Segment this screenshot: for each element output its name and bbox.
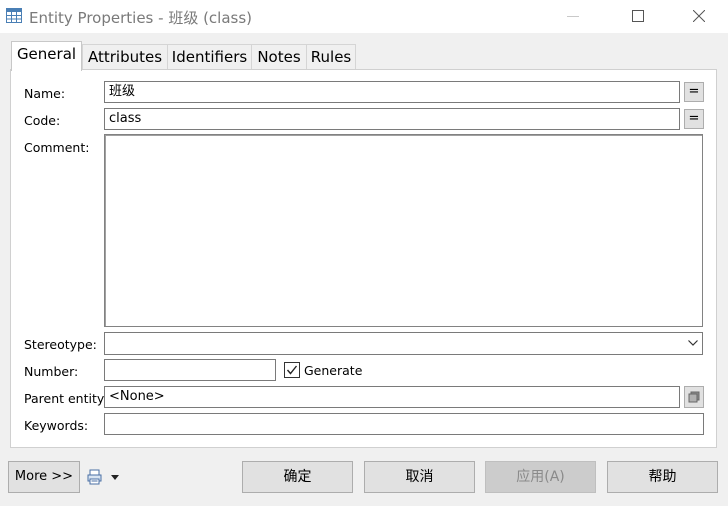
chevron-down-icon bbox=[688, 340, 698, 346]
minimize-button[interactable] bbox=[550, 0, 596, 33]
ok-button[interactable]: 确定 bbox=[242, 461, 353, 493]
help-button[interactable]: 帮助 bbox=[607, 461, 718, 493]
tab-rules[interactable]: Rules bbox=[306, 44, 356, 70]
parent-entity-label: Parent entity: bbox=[24, 391, 108, 406]
properties-icon bbox=[688, 391, 700, 403]
generate-label: Generate bbox=[304, 363, 363, 378]
close-icon bbox=[693, 10, 705, 22]
minimize-icon bbox=[567, 16, 579, 17]
number-field[interactable] bbox=[104, 359, 276, 381]
number-label: Number: bbox=[24, 364, 79, 379]
cancel-button[interactable]: 取消 bbox=[364, 461, 475, 493]
tab-notes[interactable]: Notes bbox=[251, 44, 307, 70]
name-code-sync-button[interactable]: = bbox=[684, 82, 704, 102]
code-label: Code: bbox=[24, 113, 61, 128]
tab-attributes[interactable]: Attributes bbox=[82, 44, 168, 70]
comment-textarea[interactable] bbox=[104, 134, 703, 327]
printer-icon bbox=[87, 469, 102, 485]
comment-label: Comment: bbox=[24, 140, 90, 155]
parent-entity-field[interactable]: <None> bbox=[104, 386, 680, 408]
code-field[interactable]: class bbox=[104, 108, 680, 130]
more-button[interactable]: More >> bbox=[8, 461, 80, 493]
maximize-button[interactable] bbox=[615, 0, 661, 33]
checkmark-icon bbox=[286, 365, 298, 375]
tab-general[interactable]: General bbox=[11, 41, 82, 71]
stereotype-label: Stereotype: bbox=[24, 337, 97, 352]
table-icon bbox=[6, 8, 22, 23]
maximize-icon bbox=[632, 10, 644, 22]
stereotype-select[interactable] bbox=[104, 332, 703, 355]
print-dropdown-button[interactable] bbox=[87, 468, 121, 488]
window-title: Entity Properties - 班级 (class) bbox=[29, 9, 253, 27]
code-name-sync-button[interactable]: = bbox=[684, 109, 704, 129]
name-field[interactable]: 班级 bbox=[104, 81, 680, 103]
close-button[interactable] bbox=[676, 0, 722, 33]
name-label: Name: bbox=[24, 86, 66, 101]
title-bar: Entity Properties - 班级 (class) bbox=[0, 0, 728, 33]
dropdown-arrow-icon bbox=[111, 475, 119, 480]
generate-checkbox[interactable] bbox=[284, 362, 300, 378]
keywords-field[interactable] bbox=[104, 413, 704, 435]
tab-identifiers[interactable]: Identifiers bbox=[167, 44, 252, 70]
parent-entity-properties-button[interactable] bbox=[684, 386, 704, 408]
apply-button[interactable]: 应用(A) bbox=[485, 461, 596, 493]
keywords-label: Keywords: bbox=[24, 418, 89, 433]
